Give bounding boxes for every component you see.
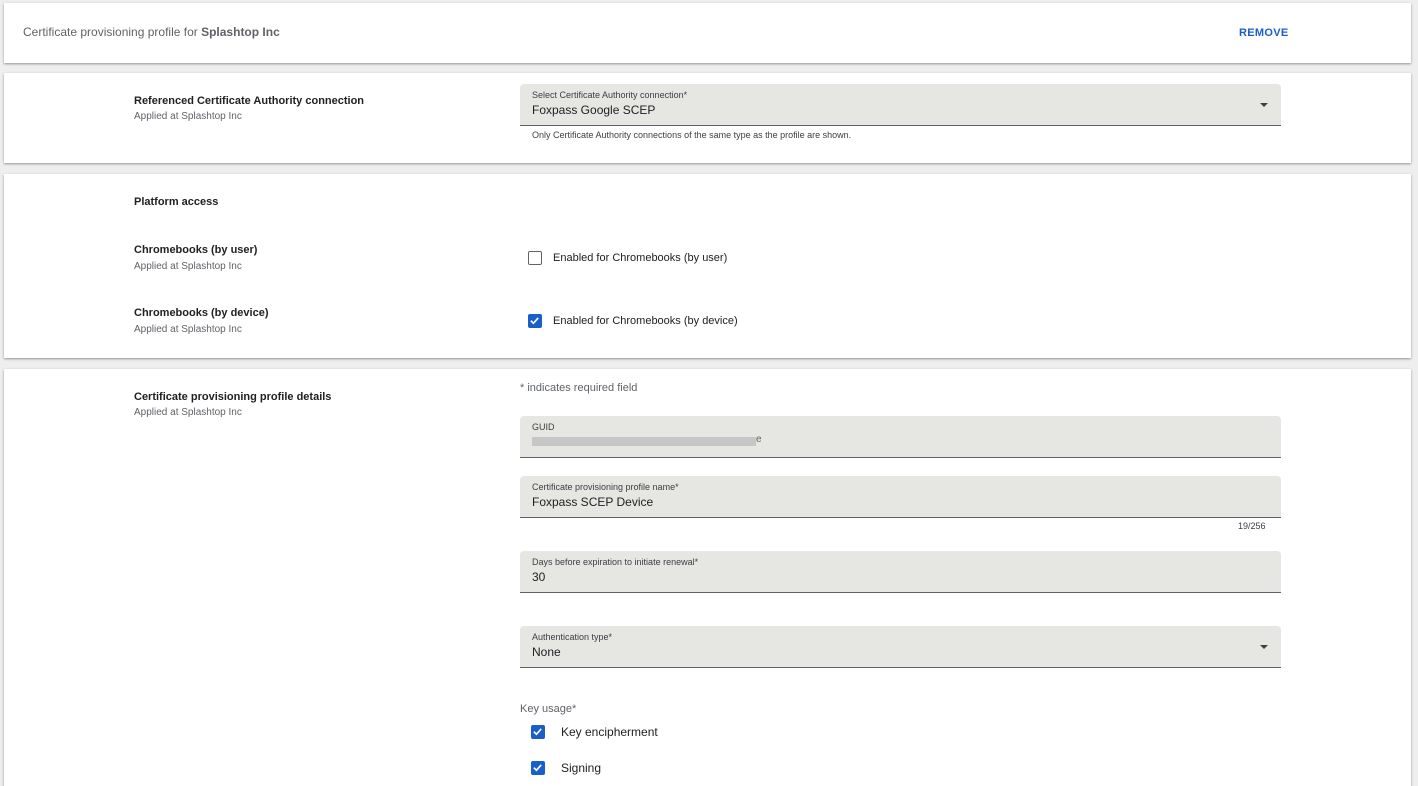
guid-redacted-value: [532, 437, 756, 446]
signing-checkbox[interactable]: [531, 761, 545, 775]
key-encipherment-checkbox-row[interactable]: Key encipherment: [531, 725, 658, 739]
remove-button[interactable]: REMOVE: [1239, 27, 1288, 39]
details-section-applied: Applied at Splashtop Inc: [134, 407, 242, 418]
profile-name-label: Certificate provisioning profile name*: [532, 482, 679, 492]
chromebook-user-checkbox-label[interactable]: Enabled for Chromebooks (by user): [553, 252, 727, 264]
profile-header-card: Certificate provisioning profile for Spl…: [4, 3, 1411, 63]
renewal-days-label: Days before expiration to initiate renew…: [532, 557, 699, 567]
key-usage-label: Key usage*: [520, 703, 577, 715]
ca-section-applied: Applied at Splashtop Inc: [134, 111, 242, 122]
renewal-days-value[interactable]: 30: [532, 570, 545, 584]
platform-user-title: Chromebooks (by user): [134, 244, 258, 256]
profile-details-card: Certificate provisioning profile details…: [4, 369, 1411, 786]
dropdown-arrow-icon: [1260, 645, 1268, 649]
ca-connection-select[interactable]: Select Certificate Authority connection*…: [520, 84, 1281, 126]
ca-select-label: Select Certificate Authority connection*: [532, 90, 688, 100]
platform-section-title: Platform access: [134, 196, 219, 208]
guid-label: GUID: [532, 422, 555, 432]
platform-device-applied: Applied at Splashtop Inc: [134, 324, 242, 335]
ca-select-helper: Only Certificate Authority connections o…: [532, 130, 852, 140]
auth-type-label: Authentication type*: [532, 632, 613, 642]
profile-name-value[interactable]: Foxpass SCEP Device: [532, 495, 653, 509]
guid-value-tail: e: [756, 434, 762, 445]
auth-type-value: None: [532, 645, 561, 659]
check-icon: [533, 728, 542, 736]
chromebook-device-checkbox-row[interactable]: Enabled for Chromebooks (by device): [528, 313, 738, 329]
chromebook-device-checkbox-label[interactable]: Enabled for Chromebooks (by device): [553, 315, 738, 327]
guid-field: GUID e: [520, 416, 1281, 458]
header-title-prefix: Certificate provisioning profile for: [23, 25, 198, 39]
details-section-title: Certificate provisioning profile details: [134, 391, 332, 403]
renewal-days-field[interactable]: Days before expiration to initiate renew…: [520, 551, 1281, 593]
key-encipherment-label[interactable]: Key encipherment: [561, 725, 658, 739]
profile-header-title: Certificate provisioning profile for Spl…: [23, 25, 280, 39]
signing-label[interactable]: Signing: [561, 761, 601, 775]
check-icon: [533, 764, 542, 772]
authentication-type-select[interactable]: Authentication type* None: [520, 626, 1281, 668]
platform-user-applied: Applied at Splashtop Inc: [134, 261, 242, 272]
signing-checkbox-row[interactable]: Signing: [531, 761, 601, 775]
key-encipherment-checkbox[interactable]: [531, 725, 545, 739]
chromebook-device-checkbox[interactable]: [528, 314, 542, 328]
chromebook-user-checkbox[interactable]: [528, 251, 542, 265]
profile-name-counter: 19/256: [1238, 521, 1266, 531]
header-org-name: Splashtop Inc: [201, 25, 280, 39]
dropdown-arrow-icon: [1260, 103, 1268, 107]
platform-access-card: Platform access Chromebooks (by user) Ap…: [4, 174, 1411, 358]
check-icon: [530, 317, 539, 325]
ca-connection-card: Referenced Certificate Authority connect…: [4, 73, 1411, 163]
ca-section-title: Referenced Certificate Authority connect…: [134, 95, 365, 107]
required-field-note: * indicates required field: [520, 382, 638, 394]
profile-name-field[interactable]: Certificate provisioning profile name* F…: [520, 476, 1281, 518]
platform-device-title: Chromebooks (by device): [134, 307, 269, 319]
ca-select-value: Foxpass Google SCEP: [532, 103, 656, 117]
chromebook-user-checkbox-row[interactable]: Enabled for Chromebooks (by user): [528, 250, 727, 266]
